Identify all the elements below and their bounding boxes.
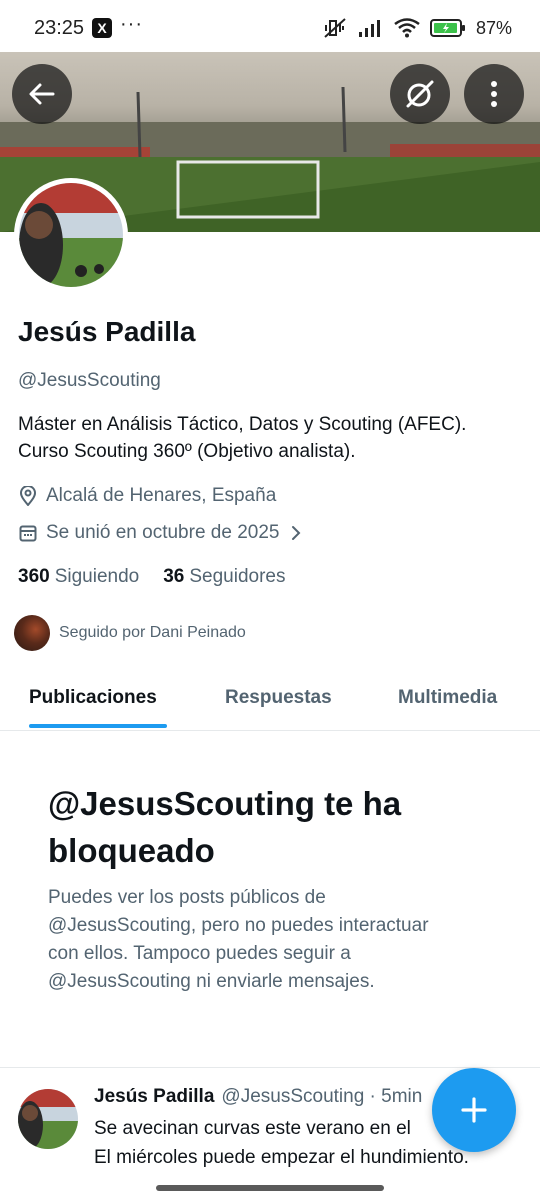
tab-multimedia[interactable]: Multimedia xyxy=(398,665,497,730)
followers-label: Seguidores xyxy=(189,566,286,587)
followers-count: 36 xyxy=(163,566,185,587)
arrow-left-icon xyxy=(29,83,55,105)
profile-tabs: Publicaciones Respuestas Multimedia xyxy=(0,665,540,731)
blocked-text-line: @JesusScouting, pero no puedes interactu… xyxy=(48,915,429,936)
profile-avatar[interactable] xyxy=(14,178,128,292)
divider xyxy=(0,1067,540,1068)
blocked-title-line: @JesusScouting te ha xyxy=(48,785,402,822)
plus-icon xyxy=(461,1097,487,1123)
status-more-icon: ··· xyxy=(120,13,143,35)
location-text: Alcalá de Henares, España xyxy=(46,485,277,506)
joined-text: Se unió en octubre de 2025 xyxy=(46,522,280,543)
mute-vibrate-icon xyxy=(324,18,346,38)
active-tab-indicator xyxy=(29,724,167,728)
follow-stats: 360 Siguiendo 36 Seguidores xyxy=(18,566,286,588)
grok-icon xyxy=(406,80,434,108)
post-avatar[interactable] xyxy=(18,1089,78,1149)
profile-name: Jesús Padilla xyxy=(18,316,196,347)
avatar-photo xyxy=(19,183,123,287)
location-row: Alcalá de Henares, España xyxy=(18,485,276,507)
grok-button[interactable] xyxy=(390,64,450,124)
post-author-handle[interactable]: @JesusScouting · 5min xyxy=(221,1086,422,1107)
following-count: 360 xyxy=(18,566,50,587)
calendar-icon xyxy=(18,523,38,543)
followed-by-row[interactable]: Seguido por Dani Peinado xyxy=(14,615,246,651)
x-app-icon: X xyxy=(92,18,112,38)
profile-bio: Máster en Análisis Táctico, Datos y Scou… xyxy=(18,411,528,465)
back-button[interactable] xyxy=(12,64,72,124)
followers-link[interactable]: 36 Seguidores xyxy=(163,566,285,588)
more-options-button[interactable] xyxy=(464,64,524,124)
signal-icon xyxy=(358,20,380,37)
followed-by-text: Seguido por Dani Peinado xyxy=(59,624,246,641)
home-indicator[interactable] xyxy=(156,1185,384,1191)
battery-percentage: 87% xyxy=(475,17,512,38)
status-indicators: 87% xyxy=(324,16,512,40)
post-author-name[interactable]: Jesús Padilla xyxy=(94,1086,214,1107)
post-header: Jesús Padilla @JesusScouting · 5min xyxy=(94,1086,422,1108)
battery-icon xyxy=(429,19,465,37)
blocked-title-line: bloqueado xyxy=(48,832,215,869)
compose-post-button[interactable] xyxy=(432,1068,516,1152)
following-label: Siguiendo xyxy=(54,566,140,587)
wifi-icon xyxy=(394,18,420,38)
tab-respuestas[interactable]: Respuestas xyxy=(225,665,332,730)
joined-row[interactable]: Se unió en octubre de 2025 xyxy=(18,522,301,544)
location-pin-icon xyxy=(18,486,38,506)
blocked-text-line: con ellos. Tampoco puedes seguir a xyxy=(48,943,351,964)
profile-handle: @JesusScouting xyxy=(18,370,161,391)
status-bar: 23:25 X ··· 87% xyxy=(0,0,540,52)
more-vertical-icon xyxy=(491,81,497,107)
bio-line: Curso Scouting 360º (Objetivo analista). xyxy=(18,441,356,462)
tab-publicaciones[interactable]: Publicaciones xyxy=(29,665,157,730)
blocked-title: @JesusScouting te ha bloqueado xyxy=(48,780,508,874)
blocked-text-line: Puedes ver los posts públicos de xyxy=(48,887,326,908)
status-time: 23:25 xyxy=(34,17,85,39)
chevron-right-icon xyxy=(291,525,301,541)
bio-line: Máster en Análisis Táctico, Datos y Scou… xyxy=(18,414,467,435)
blocked-description: Puedes ver los posts públicos de @JesusS… xyxy=(48,884,508,996)
following-link[interactable]: 360 Siguiendo xyxy=(18,566,139,588)
follower-avatar xyxy=(14,615,50,651)
blocked-text-line: @JesusScouting ni enviarle mensajes. xyxy=(48,971,375,992)
